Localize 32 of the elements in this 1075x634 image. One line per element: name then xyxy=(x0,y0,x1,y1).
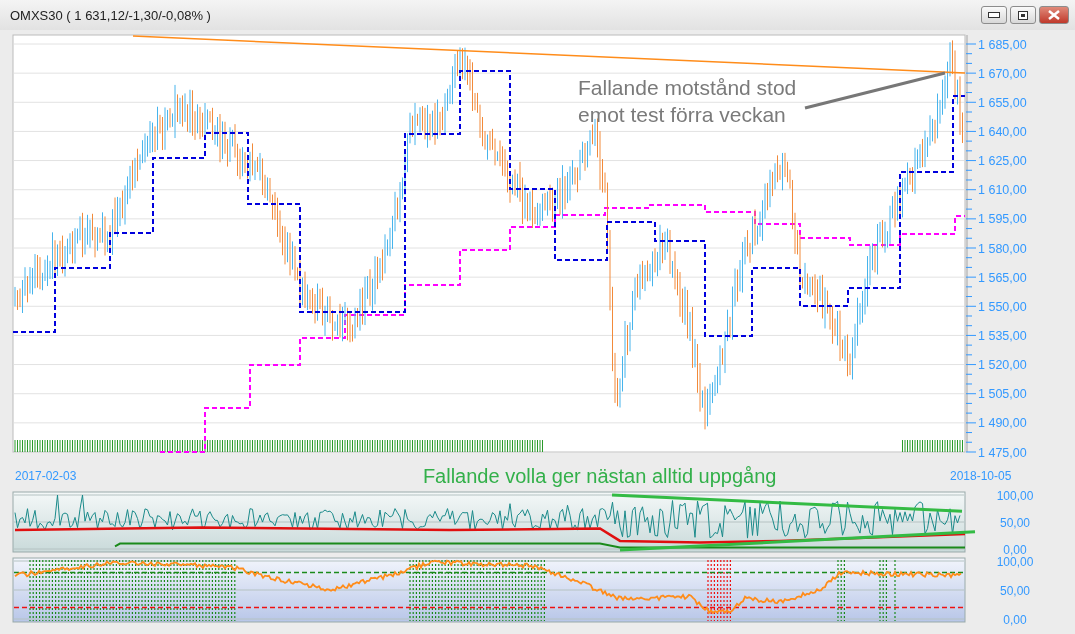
axis-label: 50,00 xyxy=(1000,583,1030,598)
start-date: 2017-02-03 xyxy=(15,469,77,483)
axis-label: 1 550,00 xyxy=(978,299,1027,314)
axis-label: 1 625,00 xyxy=(978,154,1027,169)
axis-label: 1 490,00 xyxy=(978,416,1027,431)
panel-note: Fallande volla ger nästan alltid uppgång xyxy=(421,464,778,488)
close-icon xyxy=(1048,10,1060,20)
axis-label: 1 535,00 xyxy=(978,328,1027,343)
restore-button[interactable] xyxy=(1010,6,1036,24)
window-title: OMXS30 ( 1 631,12/-1,30/-0,08% ) xyxy=(10,7,211,23)
axis-label: 1 595,00 xyxy=(978,212,1027,227)
axis-label: 1 580,00 xyxy=(978,241,1027,256)
axis-label: 100,00 xyxy=(996,556,1034,569)
chart-annotation: Fallande motstånd stod emot test förra veckan xyxy=(578,75,798,128)
axis-label: 1 475,00 xyxy=(978,445,1027,460)
close-button[interactable] xyxy=(1039,6,1069,24)
axis-label: 1 520,00 xyxy=(978,358,1027,373)
minimize-icon xyxy=(988,12,1000,18)
minimize-button[interactable] xyxy=(981,6,1007,24)
axis-label: 1 670,00 xyxy=(978,66,1027,81)
axis-label: 0,00 xyxy=(1003,542,1027,556)
axis-label: 1 655,00 xyxy=(978,95,1027,110)
axis-label: 50,00 xyxy=(1000,515,1030,530)
end-date: 2018-10-05 xyxy=(949,469,1013,483)
restore-icon xyxy=(1018,10,1028,20)
axis-label: 1 610,00 xyxy=(978,183,1027,198)
axis-label: 1 565,00 xyxy=(978,270,1027,285)
axis-label: 1 505,00 xyxy=(978,387,1027,402)
axis-label: 0,00 xyxy=(1003,612,1027,627)
axis-label: 1 640,00 xyxy=(978,124,1027,139)
axis-label: 100,00 xyxy=(996,490,1034,503)
axis-label: 1 685,00 xyxy=(978,37,1027,52)
